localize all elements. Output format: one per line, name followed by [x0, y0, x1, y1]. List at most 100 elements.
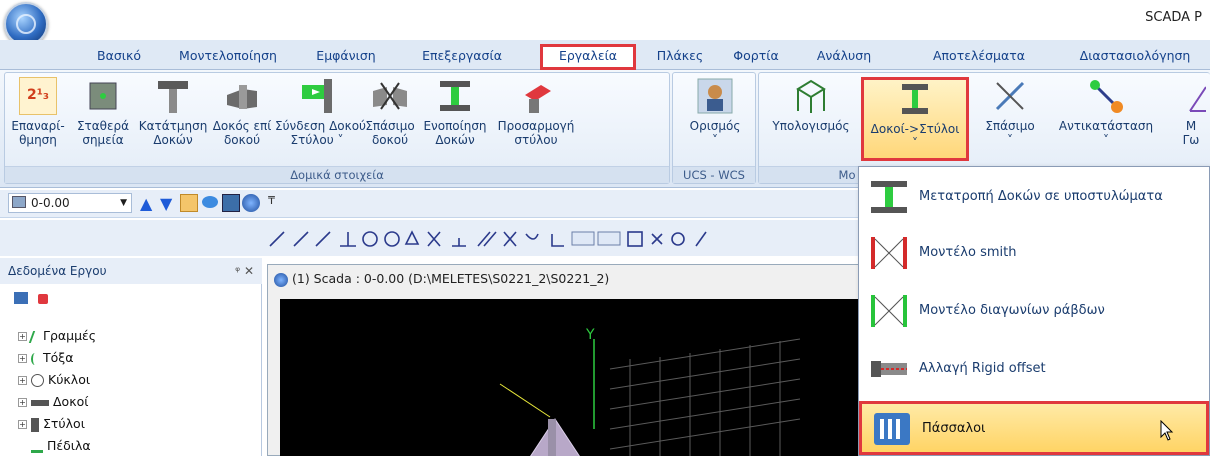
model-canvas[interactable]: Y — [280, 299, 868, 456]
beam-icon — [31, 399, 49, 406]
menu-label: Μοντέλο smith — [919, 245, 1017, 260]
angle-button[interactable]: Μ Γω — [1173, 77, 1209, 147]
panel-header: Δεδομένα Εργου ᵠ ✕ — [0, 258, 262, 284]
group-label-ucs-wcs: UCS - WCS — [673, 166, 755, 183]
tab-slabs[interactable]: Πλάκες — [650, 45, 710, 69]
expand-icon[interactable]: + — [18, 376, 27, 385]
group-label-model: Μο — [759, 166, 859, 183]
beam-column-connect-icon — [298, 77, 336, 115]
beam-to-column-button[interactable]: Δοκοί->Στύλοι ˅ — [861, 77, 969, 161]
tab-analysis[interactable]: Ανάλυση — [806, 45, 882, 69]
document-window: (1) Scada : 0-0.00 (D:\MELETES\S0221_2\S… — [267, 264, 868, 456]
customize-toolbar-icon[interactable]: ₸ — [268, 194, 275, 207]
drawing-tools-icons[interactable] — [256, 226, 866, 250]
group-structural-elements: 2¹₃ Επαναρί- θμηση Σταθερά σημεία Κατάτμ… — [4, 72, 670, 184]
footing-icon — [31, 441, 43, 453]
expand-icon[interactable]: + — [18, 420, 27, 429]
mouse-cursor-icon — [1160, 420, 1174, 441]
tab-edit[interactable]: Επεξεργασία — [402, 45, 522, 69]
model-view: Y — [499, 327, 801, 456]
expand-icon[interactable]: + — [18, 332, 27, 341]
beam-merge-icon — [436, 77, 474, 115]
title-bar: SCADA P — [0, 0, 1210, 46]
renumber-button[interactable]: 2¹₃ Επαναρί- θμηση — [7, 77, 69, 147]
rigid-offset-icon — [869, 351, 909, 387]
globe-icon[interactable] — [242, 194, 260, 212]
renumber-label-1: Επαναρί- — [11, 119, 65, 133]
menu-item-rigid-offset[interactable]: Αλλαγή Rigid offset — [859, 341, 1209, 397]
beam-break-icon — [371, 77, 409, 115]
panel-tool-icons[interactable] — [14, 292, 54, 308]
expand-icon[interactable]: + — [18, 354, 27, 363]
chevron-down-icon: ˅ — [912, 136, 918, 150]
beam-split-label-2: Δοκών — [153, 133, 193, 147]
down-arrow-icon[interactable]: ▼ — [160, 194, 178, 213]
tree-item-columns[interactable]: + Στύλοι — [18, 414, 85, 434]
panel-title: Δεδομένα Εργου — [8, 264, 107, 278]
project-data-panel: Δεδομένα Εργου ᵠ ✕ + Γραμμές + Τόξα + Κύκλο… — [0, 258, 262, 456]
level-value: 0-0.00 — [31, 196, 70, 210]
break-button[interactable]: Σπάσιμο ˅ — [975, 77, 1045, 147]
menu-item-smith-model[interactable]: Μοντέλο smith — [859, 225, 1209, 281]
beam-split-label-1: Κατάτμηση — [138, 119, 208, 133]
eye-icon[interactable] — [202, 196, 218, 208]
level-select[interactable]: 0-0.00 ▼ — [8, 193, 132, 213]
fixed-points-button[interactable]: Σταθερά σημεία — [69, 77, 137, 147]
beam-break-button[interactable]: Σπάσιμο δοκού — [359, 77, 421, 147]
ucs-define-icon — [696, 77, 734, 115]
menu-item-convert-beams[interactable]: Μετατροπή Δοκών σε υποστυλώματα — [859, 169, 1209, 225]
tab-design[interactable]: Διαστασιολόγηση — [1060, 45, 1210, 69]
beam-split-button[interactable]: Κατάτμηση Δοκών — [137, 77, 209, 147]
circle-icon — [31, 374, 44, 387]
menu-item-diagonal-bars[interactable]: Μοντέλο διαγωνίων ράβδων — [859, 283, 1209, 339]
beam-on-beam-icon — [223, 77, 261, 115]
beam-merge-label-1: Ενοποίηση — [423, 119, 487, 133]
column-icon — [31, 417, 39, 432]
chevron-down-icon: ˅ — [333, 133, 344, 147]
tab-basic[interactable]: Βασικό — [84, 45, 154, 69]
panel-pin-close-icon[interactable]: ᵠ ✕ — [235, 258, 254, 284]
tab-loads[interactable]: Φορτία — [726, 45, 786, 69]
beam-merge-button[interactable]: Ενοποίηση Δοκών — [421, 77, 489, 147]
angle-label-1: Μ — [1185, 119, 1197, 133]
break-icon — [991, 77, 1029, 115]
beam-on-beam-button[interactable]: Δοκός επί δοκού — [209, 77, 275, 147]
fixed-points-label-1: Σταθερά — [76, 119, 130, 133]
tab-results[interactable]: Αποτελέσματα — [920, 45, 1038, 69]
menu-item-piles[interactable]: Πάσσαλοι — [859, 401, 1209, 455]
up-arrow-icon[interactable]: ▲ — [140, 194, 158, 213]
beam-column-connect-button[interactable]: Σύνδεση Δοκού Στύλου ˅ — [275, 77, 366, 147]
tab-modeling[interactable]: Μοντελοποίηση — [166, 45, 290, 69]
tree-expand-icon[interactable] — [14, 292, 28, 304]
tree-item-footings[interactable]: Πέδιλα — [18, 436, 91, 456]
ucs-define-label: Ορισμός — [689, 119, 741, 133]
column-adjust-button[interactable]: Προσαρμογή στύλου — [491, 77, 581, 147]
frame-calc-icon — [792, 77, 830, 115]
beam-to-column-icon — [896, 80, 934, 118]
expand-icon[interactable]: + — [18, 398, 27, 407]
beam-break-label-1: Σπάσιμο — [365, 119, 415, 133]
tree-item-arcs[interactable]: + Τόξα — [18, 348, 74, 368]
ucs-define-button[interactable]: Ορισμός ˅ — [681, 77, 749, 147]
app-logo-icon — [16, 14, 36, 34]
3d-view-icon[interactable] — [180, 194, 198, 212]
frame-calc-button[interactable]: Υπολογισμός — [763, 77, 859, 133]
beam-merge-label-2: Δοκών — [435, 133, 475, 147]
beam-on-beam-label-2: δοκού — [223, 133, 261, 147]
beam-to-column-menu: Μετατροπή Δοκών σε υποστυλώματα Μοντέλο … — [858, 166, 1210, 456]
document-title: (1) Scada : 0-0.00 (D:\MELETES\S0221_2\S… — [274, 271, 609, 287]
tab-view[interactable]: Εμφάνιση — [304, 45, 388, 69]
diagonal-bars-icon — [869, 293, 909, 329]
tree-item-lines[interactable]: + Γραμμές — [18, 326, 96, 346]
refresh-icon[interactable] — [37, 294, 48, 304]
tree-item-circles[interactable]: + Κύκλοι — [18, 370, 90, 390]
save-icon[interactable] — [222, 194, 240, 212]
menu-label: Αλλαγή Rigid offset — [919, 361, 1046, 376]
replace-label: Αντικατάσταση — [1058, 119, 1154, 133]
tree-label: Κύκλοι — [48, 372, 91, 387]
replace-button[interactable]: Αντικατάσταση ˅ — [1051, 77, 1161, 147]
tab-tools[interactable]: Εργαλεία — [540, 44, 636, 70]
angle-label-2: Γω — [1182, 133, 1200, 147]
tree-item-beams[interactable]: + Δοκοί — [18, 392, 88, 412]
smith-model-icon — [869, 235, 909, 271]
